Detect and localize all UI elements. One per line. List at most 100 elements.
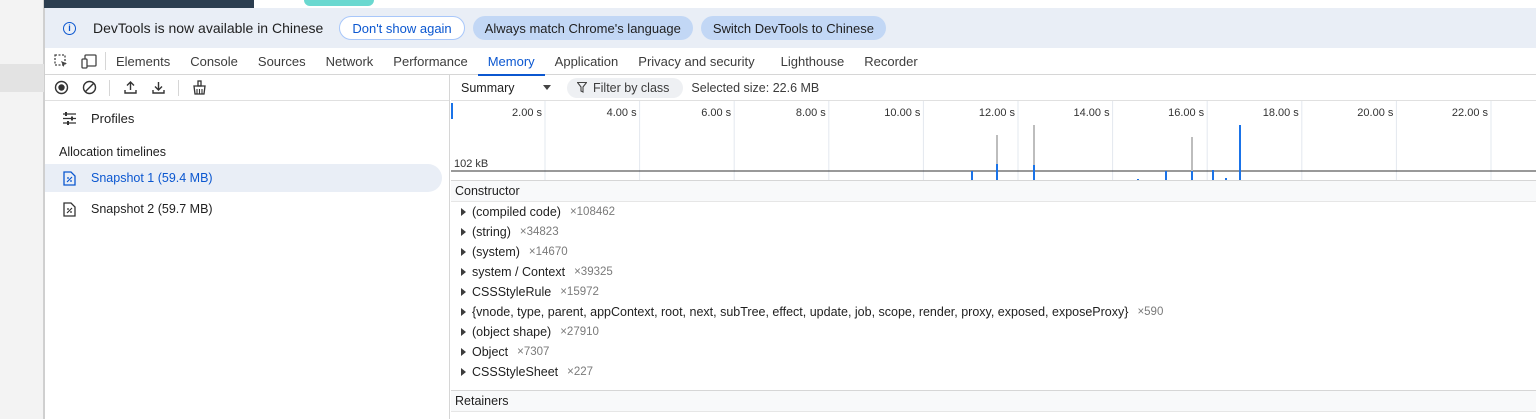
instance-count: ×39325 <box>574 266 613 278</box>
snapshot-file-icon <box>61 170 77 186</box>
record-icon[interactable] <box>53 80 69 96</box>
view-select-value: Summary <box>461 80 515 95</box>
timeline-scale-label: 102 kB <box>454 158 488 170</box>
tab-privacy-security[interactable]: Privacy and security <box>628 48 764 75</box>
timeline-allocation-bar <box>996 164 998 180</box>
snapshot-file-icon <box>61 201 77 217</box>
upload-icon[interactable] <box>122 80 138 96</box>
timeline-allocation-bar <box>971 171 973 180</box>
devtools-tabbar: Elements Console Sources Network Perform… <box>45 48 1536 76</box>
expand-triangle-icon[interactable] <box>461 208 466 216</box>
tab-application[interactable]: Application <box>545 48 629 75</box>
snapshot-view: Summary Filter by class Selected size: 2… <box>451 75 1536 419</box>
background-highlight <box>0 64 44 92</box>
tabbar-tools <box>53 52 106 70</box>
table-row[interactable]: (compiled code) ×108462 <box>451 202 1536 222</box>
toolbar-divider <box>109 79 110 96</box>
timeline-tick-label: 4.00 s <box>607 107 637 119</box>
timeline-tick-label: 12.00 s <box>979 107 1016 119</box>
background-page-strip <box>0 0 44 419</box>
table-row[interactable]: CSSStyleRule ×15972 <box>451 282 1536 302</box>
constructor-name: Object <box>472 345 509 359</box>
clear-icon[interactable] <box>81 80 97 96</box>
allocation-timeline[interactable]: 2.00 s 4.00 s 6.00 s 8.00 s 10.00 s 12.00 s 14… <box>451 101 1536 181</box>
table-row[interactable]: (system) ×14670 <box>451 242 1536 262</box>
timeline-allocation-bar <box>1033 125 1035 165</box>
download-icon[interactable] <box>150 80 166 96</box>
constructor-name: CSSStyleRule <box>472 285 552 299</box>
info-icon: i <box>63 21 76 35</box>
filter-placeholder: Filter by class <box>593 80 670 95</box>
tab-recorder[interactable]: Recorder <box>854 48 927 75</box>
expand-triangle-icon[interactable] <box>461 328 466 336</box>
timeline-tick-label: 16.00 s <box>1168 107 1205 119</box>
constructor-column-header[interactable]: Constructor <box>451 181 1536 202</box>
profiles-launcher[interactable]: Profiles <box>45 101 449 135</box>
expand-triangle-icon[interactable] <box>461 308 466 316</box>
timeline-allocation-bar <box>996 135 998 164</box>
garbage-collect-icon[interactable] <box>191 80 207 96</box>
language-infobar: i DevTools is now available in Chinese D… <box>45 8 1536 48</box>
snapshot-label: Snapshot 1 (59.4 MB) <box>91 171 213 185</box>
table-row[interactable]: system / Context ×39325 <box>451 262 1536 282</box>
background-page-top <box>44 0 1536 8</box>
expand-triangle-icon[interactable] <box>461 348 466 356</box>
allocation-timelines-heading: Allocation timelines <box>59 145 166 159</box>
memory-toolbar <box>45 75 449 101</box>
inspect-element-icon[interactable] <box>53 53 69 69</box>
expand-triangle-icon[interactable] <box>461 268 466 276</box>
constructor-list: (compiled code) ×108462 (string) ×34823 (s… <box>451 202 1536 390</box>
snapshot-label: Snapshot 2 (59.7 MB) <box>91 202 213 216</box>
background-badge <box>304 0 374 6</box>
timeline-range-handle <box>451 103 453 119</box>
table-row[interactable]: Object ×7307 <box>451 342 1536 362</box>
tab-elements[interactable]: Elements <box>106 48 180 75</box>
instance-count: ×34823 <box>519 226 559 238</box>
tab-sources[interactable]: Sources <box>248 48 316 75</box>
snapshot-item-1[interactable]: Snapshot 1 (59.4 MB) <box>45 164 442 192</box>
timeline-allocation-bar <box>1239 125 1241 180</box>
switch-to-chinese-button[interactable]: Switch DevTools to Chinese <box>700 16 886 40</box>
instance-count: ×108462 <box>569 206 616 218</box>
constructor-name: {vnode, type, parent, appContext, root, … <box>472 305 1129 319</box>
expand-triangle-icon[interactable] <box>461 288 466 296</box>
timeline-tick-label: 8.00 s <box>796 107 826 119</box>
dont-show-again-button[interactable]: Don't show again <box>339 16 465 40</box>
expand-triangle-icon[interactable] <box>461 368 466 376</box>
timeline-allocation-bar <box>1225 178 1227 180</box>
snapshot-item-2[interactable]: Snapshot 2 (59.7 MB) <box>45 195 442 223</box>
tab-lighthouse[interactable]: Lighthouse <box>771 48 855 75</box>
constructor-name: CSSStyleSheet <box>472 365 559 379</box>
profiles-label: Profiles <box>91 110 135 126</box>
timeline-tick-label: 2.00 s <box>512 107 542 119</box>
toolbar-divider <box>178 79 179 96</box>
expand-triangle-icon[interactable] <box>461 228 466 236</box>
tab-console[interactable]: Console <box>180 48 248 75</box>
timeline-chart: 2.00 s 4.00 s 6.00 s 8.00 s 10.00 s 12.00 s 14… <box>451 101 1536 180</box>
table-row[interactable]: (object shape) ×27910 <box>451 322 1536 342</box>
instance-count: ×590 <box>1137 306 1164 318</box>
expand-triangle-icon[interactable] <box>461 248 466 256</box>
class-filter-input[interactable]: Filter by class <box>567 77 684 98</box>
tab-performance[interactable]: Performance <box>383 48 477 75</box>
timeline-tick-label: 20.00 s <box>1357 107 1394 119</box>
timeline-allocation-bar <box>1212 170 1214 180</box>
view-select[interactable]: Summary <box>461 81 551 95</box>
constructor-name: (system) <box>472 245 520 259</box>
table-row[interactable]: (string) ×34823 <box>451 222 1536 242</box>
table-row[interactable]: CSSStyleSheet ×227 <box>451 362 1536 382</box>
tab-memory[interactable]: Memory <box>477 48 545 76</box>
table-row[interactable]: {vnode, type, parent, appContext, root, … <box>451 302 1536 322</box>
retainers-header[interactable]: Retainers <box>451 390 1536 412</box>
timeline-allocation-bar <box>1033 165 1035 180</box>
profiles-sidebar: Profiles Allocation timelines Snapshot 1… <box>45 75 450 419</box>
tab-network[interactable]: Network <box>316 48 384 75</box>
filter-icon <box>577 82 587 93</box>
always-match-language-button[interactable]: Always match Chrome's language <box>472 16 693 40</box>
instance-count: ×15972 <box>560 286 599 298</box>
timeline-tick-label: 6.00 s <box>701 107 731 119</box>
constructor-name: (object shape) <box>472 325 552 339</box>
instance-count: ×14670 <box>528 246 568 258</box>
devtools-panel: i DevTools is now available in Chinese D… <box>44 8 1536 419</box>
device-toolbar-icon[interactable] <box>81 53 97 69</box>
